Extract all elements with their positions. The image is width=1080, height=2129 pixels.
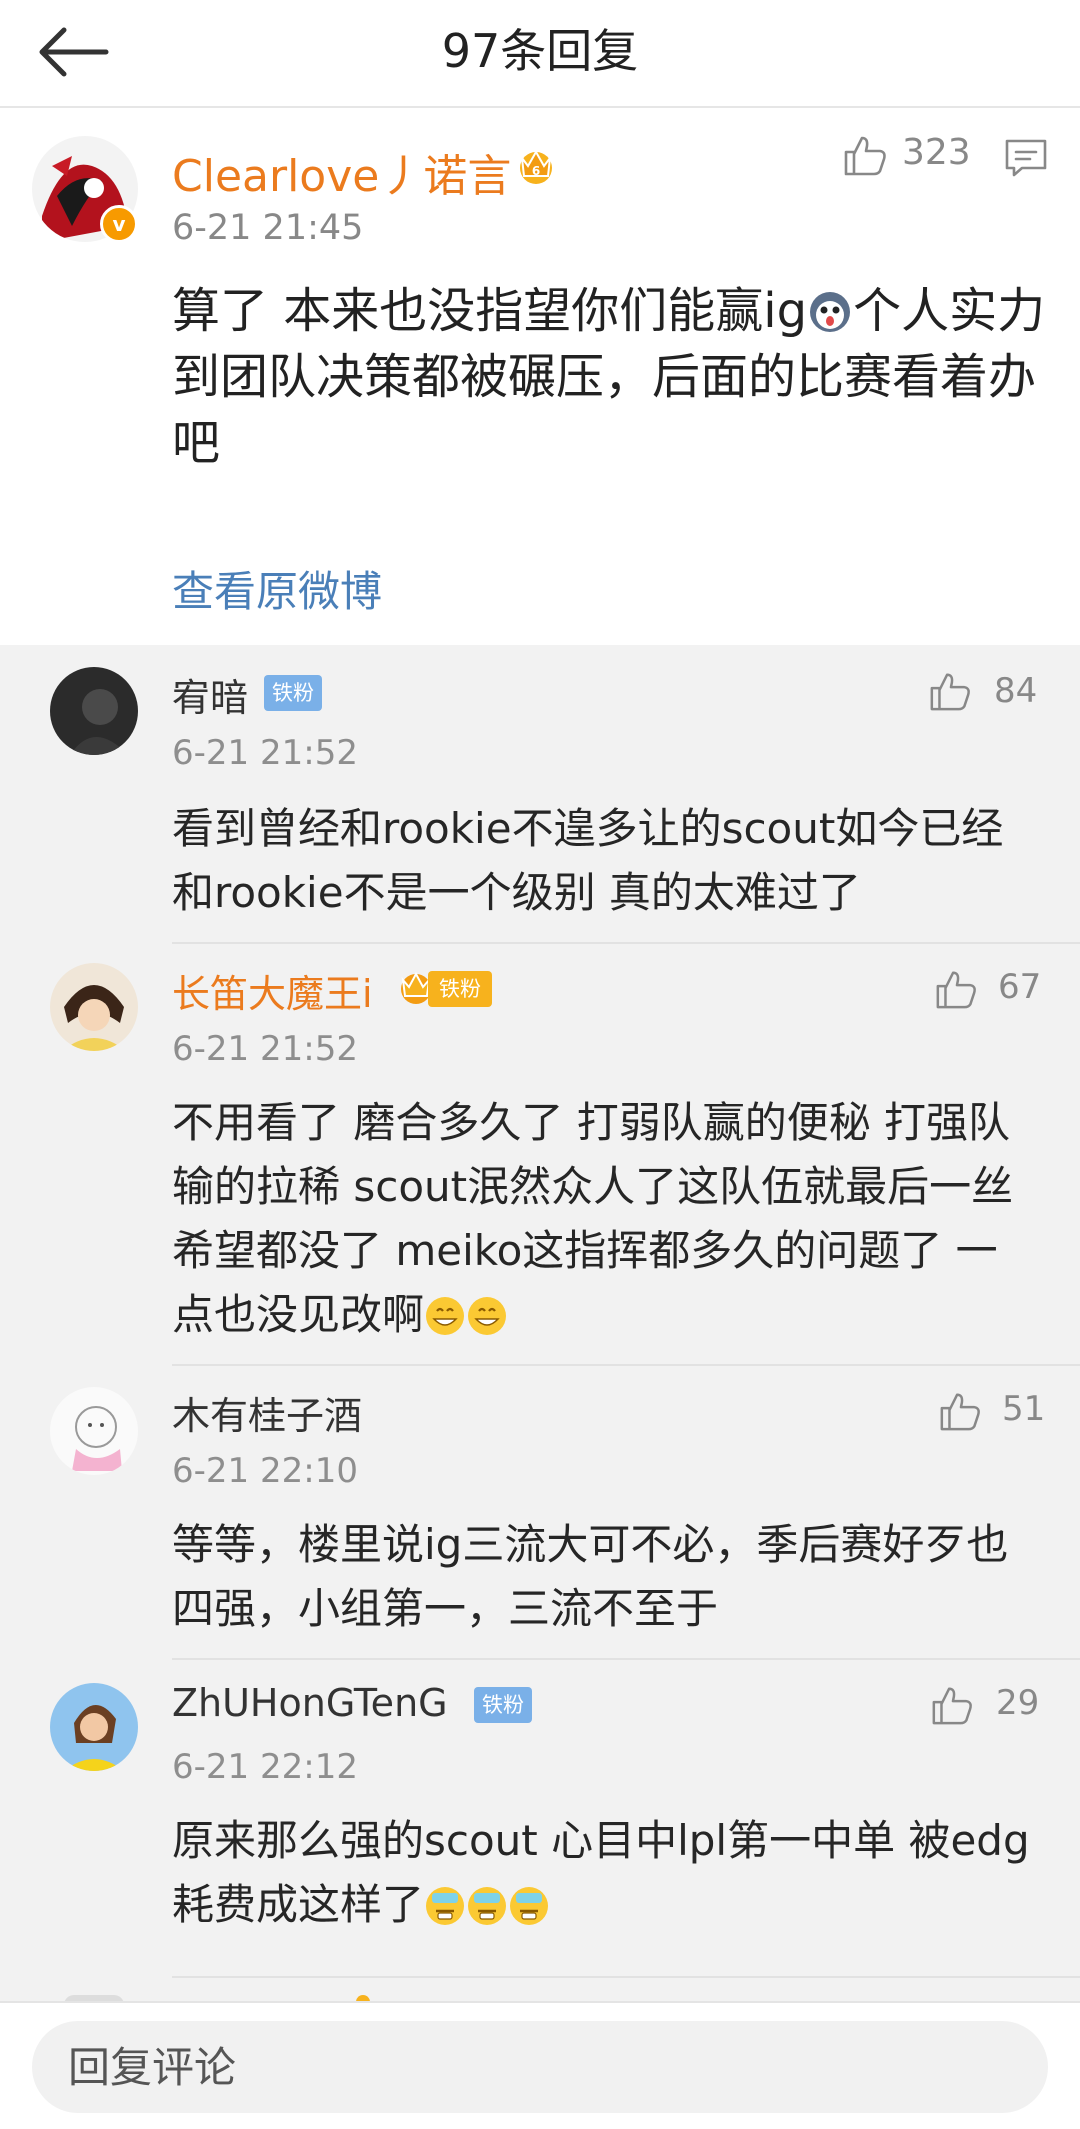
comment-text-part: 算了 本来也没指望你们能赢ig xyxy=(172,283,808,339)
crown-icon: 6 xyxy=(520,149,552,184)
sick-emoji-icon xyxy=(510,1887,549,1925)
main-comment-time: 6-21 21:45 xyxy=(172,208,364,248)
grinning-emoji-icon xyxy=(468,1297,507,1335)
sick-emoji-icon xyxy=(468,1887,507,1925)
dog-emoji-icon xyxy=(810,292,851,332)
thumbs-up-icon[interactable] xyxy=(928,669,972,713)
like-count: 323 xyxy=(902,132,971,173)
avatar[interactable] xyxy=(50,1387,138,1475)
reply-input[interactable] xyxy=(32,2021,1048,2113)
sick-emoji-icon xyxy=(426,1887,465,1925)
reply-username[interactable]: 宥暗 xyxy=(172,667,248,722)
thumbs-up-icon[interactable] xyxy=(934,967,978,1011)
thumbs-up-icon[interactable] xyxy=(938,1389,982,1433)
view-original-link[interactable]: 查看原微博 xyxy=(172,558,382,619)
reply-username[interactable]: 长笛大魔王i xyxy=(172,963,373,1018)
reply-time: 6-21 21:52 xyxy=(172,1029,358,1069)
comment-icon[interactable] xyxy=(1004,138,1048,178)
reply-text: 等等，楼里说ig三流大可不必，季后赛好歹也四强，小组第一，三流不至于 xyxy=(172,1520,1009,1633)
like-count: 67 xyxy=(998,967,1042,1007)
fan-badge: 铁粉 xyxy=(474,1687,532,1723)
svg-text:6: 6 xyxy=(532,164,540,178)
reply-time: 6-21 22:12 xyxy=(172,1747,358,1787)
main-comment-text: 算了 本来也没指望你们能赢ig 个人实力到团队决策都被碾压，后面的比赛看着办吧 xyxy=(172,278,1052,476)
reply-list: 宥暗 铁粉 6-21 21:52 84 看到曾经和rookie不遑多让的scou… xyxy=(0,645,1080,2001)
top-bar: 97条回复 xyxy=(0,0,1080,108)
bottom-bar xyxy=(0,2001,1080,2129)
divider xyxy=(172,1976,1080,1978)
reply-username[interactable]: 木有桂子酒 xyxy=(172,1385,362,1440)
divider xyxy=(172,1364,1080,1366)
main-comment-username[interactable]: Clearlove丿诺言 xyxy=(172,140,511,204)
reply-time: 6-21 21:52 xyxy=(172,733,358,773)
avatar[interactable] xyxy=(50,1683,138,1771)
like-count: 51 xyxy=(1002,1389,1046,1429)
divider xyxy=(172,942,1080,944)
thumbs-up-icon[interactable] xyxy=(930,1683,974,1727)
reply-text: 原来那么强的scout 心目中lpl第一中单 被edg耗费成这样了 xyxy=(172,1809,1032,1937)
thumbs-up-icon[interactable] xyxy=(842,132,888,178)
verified-icon: v xyxy=(100,205,138,243)
divider xyxy=(172,1658,1080,1660)
reply-text: 不用看了 磨合多久了 打弱队赢的便秘 打强队输的拉稀 scout泯然众人了这队伍… xyxy=(172,1091,1032,1347)
fan-badge: 铁粉 xyxy=(428,971,492,1007)
fan-badge: 铁粉 xyxy=(264,675,322,711)
reply-time: 6-21 22:10 xyxy=(172,1451,358,1491)
main-comment: v Clearlove丿诺言 6 6-21 21:45 323 算了 本来也没指… xyxy=(0,110,1080,645)
like-count: 29 xyxy=(996,1683,1040,1723)
reply-username[interactable]: ZhUHonGTenG xyxy=(172,1681,448,1725)
reply-text-part: 原来那么强的scout 心目中lpl第一中单 被edg耗费成这样了 xyxy=(172,1816,1030,1929)
grinning-emoji-icon xyxy=(426,1297,465,1335)
avatar[interactable] xyxy=(50,963,138,1051)
reply-text-part: 不用看了 磨合多久了 打弱队赢的便秘 打强队输的拉稀 scout泯然众人了这队伍… xyxy=(172,1098,1014,1339)
avatar[interactable] xyxy=(50,667,138,755)
reply-text: 看到曾经和rookie不遑多让的scout如今已经和rookie不是一个级别 真… xyxy=(172,804,1004,917)
like-count: 84 xyxy=(994,671,1038,711)
page-title: 97条回复 xyxy=(441,24,639,78)
